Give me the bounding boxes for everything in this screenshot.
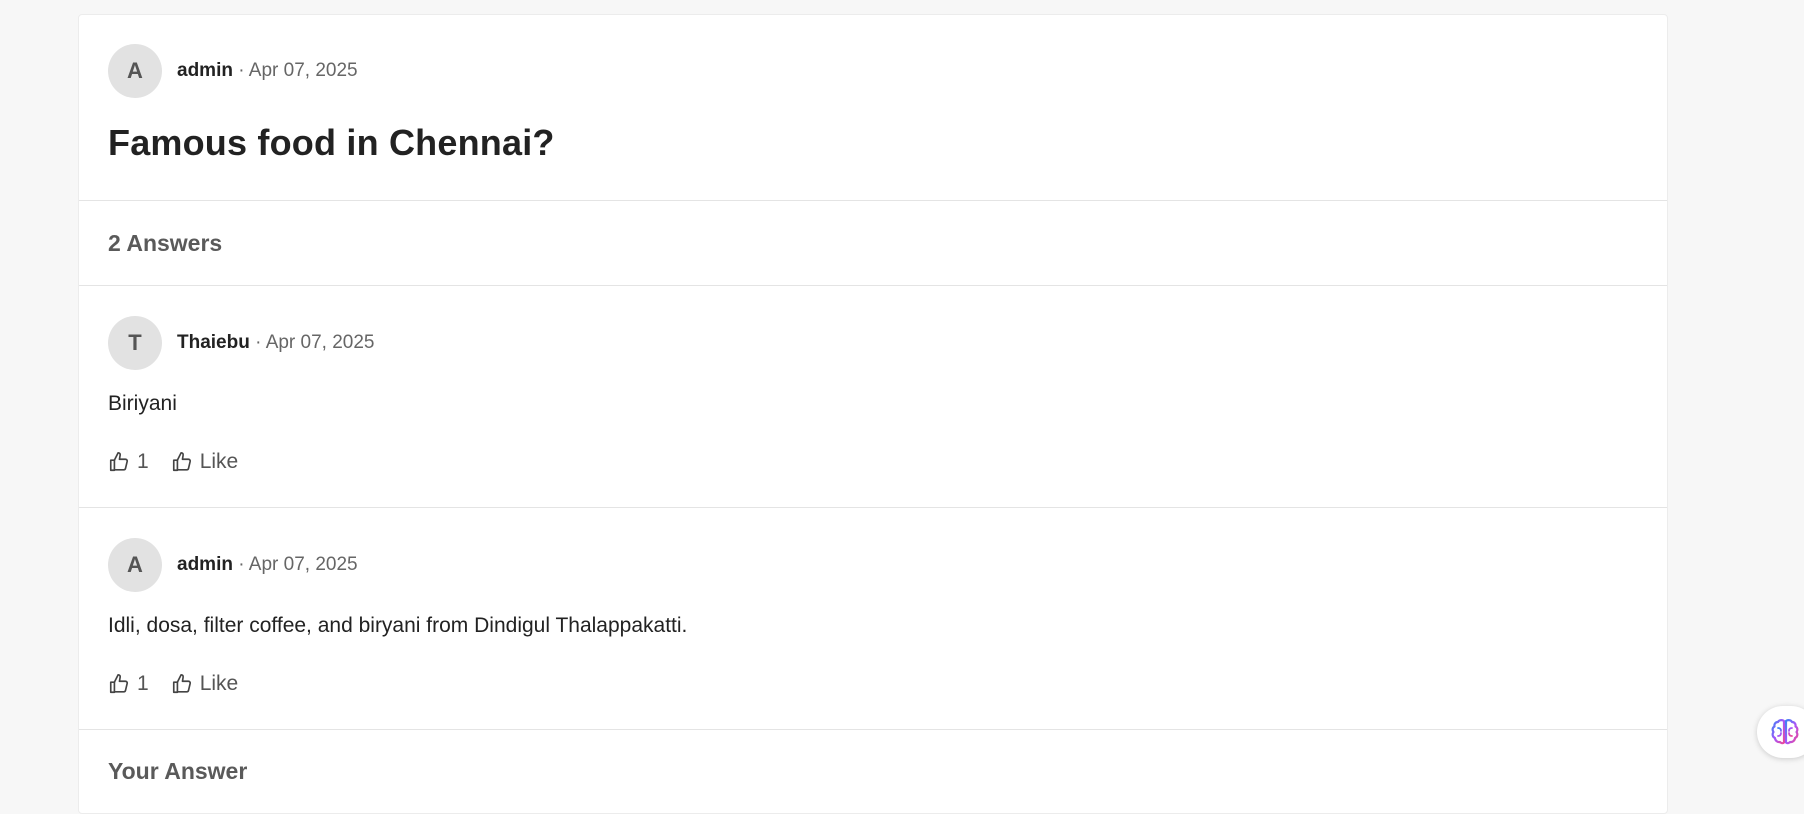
avatar-initial: T — [128, 330, 142, 355]
like-label: Like — [199, 450, 239, 473]
author-name[interactable]: admin — [177, 60, 233, 81]
question-card: A admin · Apr 07, 2025 Famous food in Ch… — [78, 14, 1668, 814]
answer-item: A admin · Apr 07, 2025 Idli, dosa, filte… — [79, 508, 1667, 730]
like-count: 1 — [108, 450, 149, 474]
answer-meta: T Thaiebu · Apr 07, 2025 — [108, 316, 1638, 370]
meta-text: admin · Apr 07, 2025 — [177, 60, 358, 82]
author-name[interactable]: admin — [177, 554, 233, 575]
answer-body: Biriyani — [108, 392, 177, 415]
answers-header: 2 Answers — [79, 201, 1667, 286]
like-count: 1 — [108, 672, 149, 696]
like-button[interactable]: Like — [171, 450, 239, 474]
thumbs-up-icon — [109, 452, 129, 472]
post-date: Apr 07, 2025 — [265, 332, 375, 353]
post-date: Apr 07, 2025 — [248, 60, 358, 81]
meta-text: admin · Apr 07, 2025 — [177, 554, 358, 576]
like-label: Like — [199, 672, 239, 695]
thumbs-up-icon — [172, 674, 191, 694]
answer-body: Idli, dosa, filter coffee, and biryani f… — [108, 614, 688, 637]
brain-icon — [1771, 719, 1799, 745]
avatar: A — [108, 44, 162, 98]
avatar-initial: A — [127, 552, 143, 577]
your-answer-heading: Your Answer — [108, 758, 248, 784]
question-title: Famous food in Chennai? — [108, 122, 555, 163]
author-name[interactable]: Thaiebu — [177, 332, 250, 353]
your-answer-section: Your Answer — [79, 730, 1667, 785]
meta-text: Thaiebu · Apr 07, 2025 — [177, 332, 375, 354]
assistant-button[interactable] — [1757, 706, 1804, 758]
question-meta: A admin · Apr 07, 2025 — [108, 44, 1638, 98]
answer-item: T Thaiebu · Apr 07, 2025 Biriyani 1 Like — [79, 286, 1667, 508]
meta-separator: · — [249, 332, 266, 353]
like-count-value: 1 — [137, 672, 149, 695]
avatar: T — [108, 316, 162, 370]
question-section: A admin · Apr 07, 2025 Famous food in Ch… — [79, 15, 1667, 201]
answer-actions: 1 Like — [108, 450, 1638, 474]
thumbs-up-icon — [109, 674, 129, 694]
avatar-initial: A — [127, 58, 143, 83]
meta-separator: · — [232, 60, 249, 81]
avatar: A — [108, 538, 162, 592]
answer-actions: 1 Like — [108, 672, 1638, 696]
thumbs-up-icon — [172, 452, 191, 472]
answers-count-heading: 2 Answers — [108, 229, 223, 256]
meta-separator: · — [232, 554, 249, 575]
like-count-value: 1 — [137, 450, 149, 473]
like-button[interactable]: Like — [171, 672, 239, 696]
post-date: Apr 07, 2025 — [248, 554, 358, 575]
answer-meta: A admin · Apr 07, 2025 — [108, 538, 1638, 592]
